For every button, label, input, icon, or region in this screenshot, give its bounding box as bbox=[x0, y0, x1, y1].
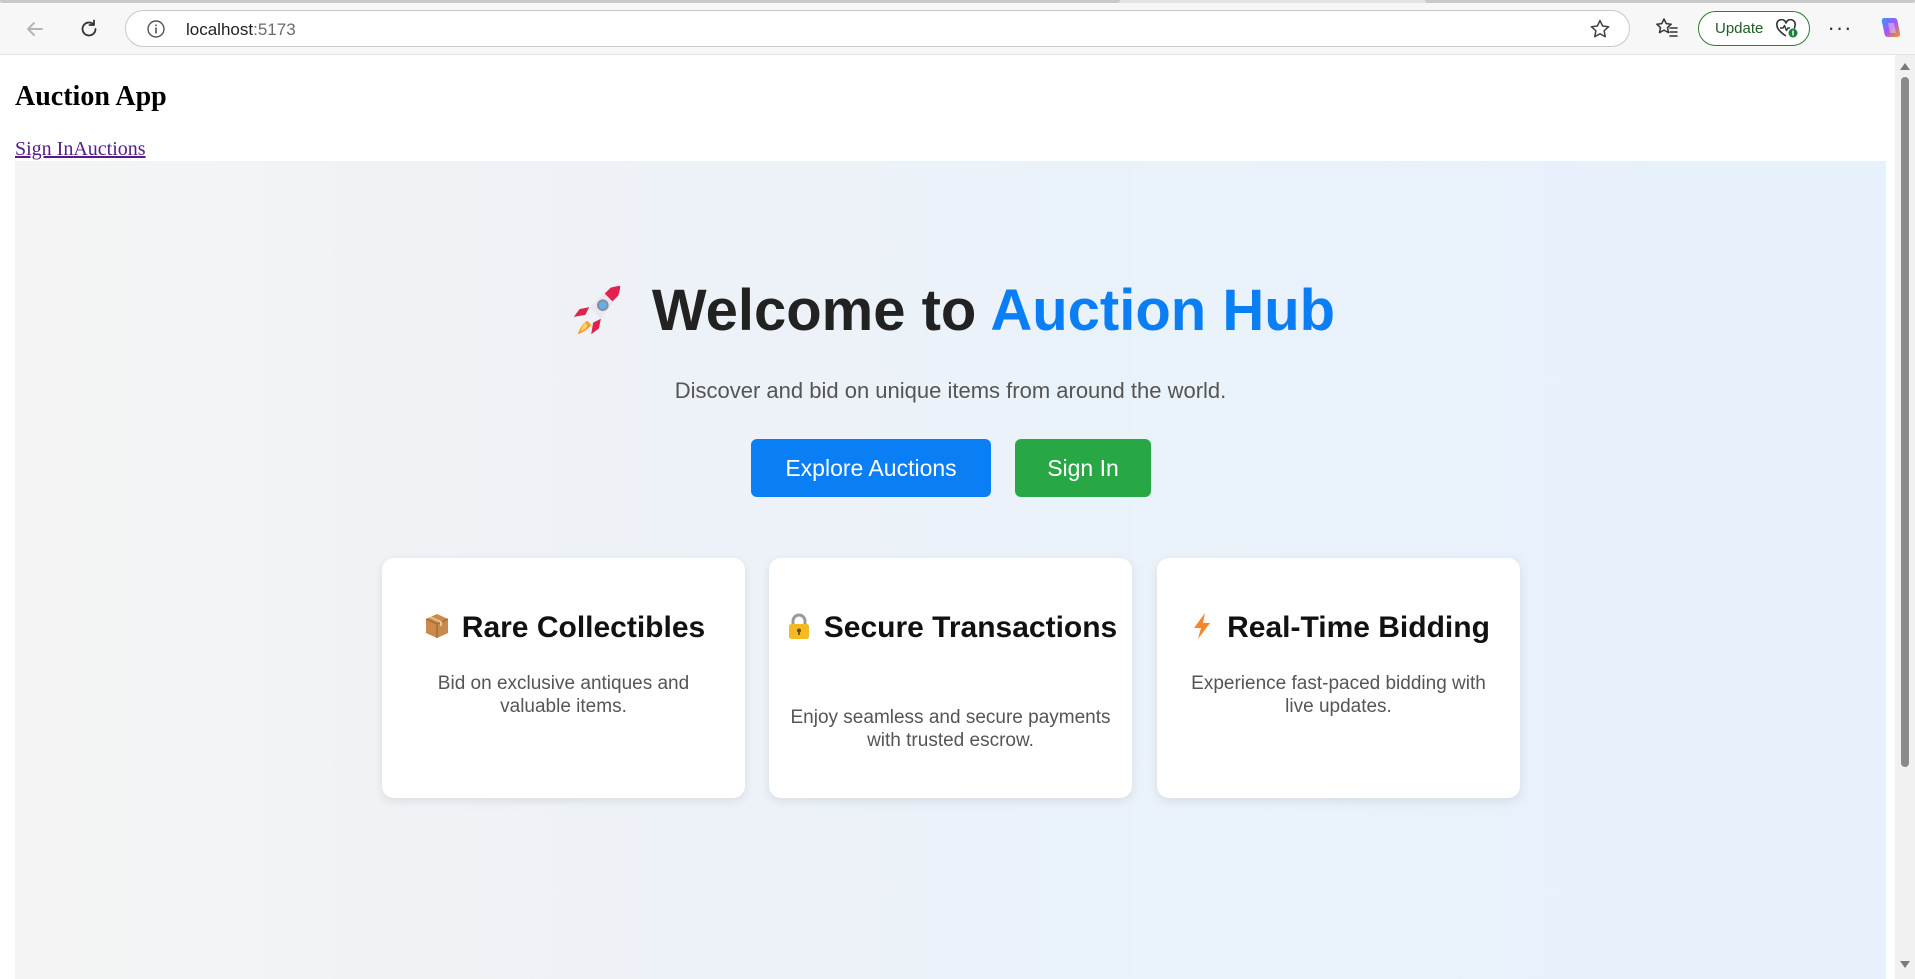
rocket-icon bbox=[573, 285, 621, 334]
hero-subtitle: Discover and bid on unique items from ar… bbox=[674, 378, 1227, 403]
feature-card-title: Real-Time Bidding bbox=[1167, 610, 1510, 646]
copilot-icon[interactable] bbox=[1876, 13, 1906, 43]
tab-strip bbox=[0, 0, 1915, 3]
feature-card-title: Rare Collectibles bbox=[392, 610, 735, 646]
favorites-icon[interactable] bbox=[1655, 16, 1679, 40]
update-label: Update bbox=[1715, 20, 1764, 37]
package-icon bbox=[425, 614, 449, 638]
hero-heading: Welcome to Auction Hub bbox=[15, 277, 1886, 344]
tab-active-indicator[interactable] bbox=[0, 0, 1120, 3]
browser-toolbar: localhost:5173 Update ··· bbox=[0, 0, 1915, 55]
explore-auctions-button[interactable]: Explore Auctions bbox=[751, 439, 991, 497]
url-port: :5173 bbox=[253, 20, 296, 39]
lightning-icon bbox=[1194, 613, 1211, 639]
reload-button[interactable] bbox=[72, 12, 106, 46]
favorite-star-icon[interactable] bbox=[1589, 18, 1611, 40]
vertical-scrollbar[interactable] bbox=[1895, 55, 1915, 979]
app-title: Auction App bbox=[15, 81, 167, 112]
page-viewport: Auction App Sign InAuctions Welcome to A… bbox=[0, 55, 1895, 979]
feature-card-rare-collectibles: Rare Collectibles Bid on exclusive antiq… bbox=[382, 558, 745, 798]
feature-card-real-time-bidding: Real-Time Bidding Experience fast-paced … bbox=[1157, 558, 1520, 798]
scroll-thumb[interactable] bbox=[1901, 77, 1909, 767]
browser-health-icon bbox=[1776, 18, 1798, 37]
feature-title-text: Secure Transactions bbox=[823, 611, 1118, 644]
url-host: localhost bbox=[186, 20, 254, 39]
site-info-icon[interactable] bbox=[146, 19, 166, 39]
lock-icon bbox=[788, 613, 809, 639]
more-options-icon[interactable]: ··· bbox=[1825, 15, 1855, 40]
feature-card-description: Experience fast-paced bidding with live … bbox=[1191, 673, 1486, 717]
auctions-link[interactable]: Auctions bbox=[73, 138, 145, 160]
url-text[interactable]: localhost:5173 bbox=[186, 20, 296, 40]
scroll-up-arrow[interactable] bbox=[1900, 63, 1910, 70]
reload-icon bbox=[81, 19, 97, 37]
sign-in-button[interactable]: Sign In bbox=[1015, 439, 1151, 497]
arrow-left-icon bbox=[27, 22, 43, 36]
hero-heading-prefix: Welcome to bbox=[651, 278, 977, 343]
feature-title-text: Rare Collectibles bbox=[461, 611, 706, 644]
feature-card-description: Enjoy seamless and secure payments with … bbox=[790, 707, 1111, 751]
back-button[interactable] bbox=[18, 12, 52, 46]
feature-card-secure-transactions: Secure Transactions Enjoy seamless and s… bbox=[769, 558, 1132, 798]
feature-card-description: Bid on exclusive antiques and valuable i… bbox=[437, 673, 690, 717]
address-bar[interactable]: localhost:5173 bbox=[125, 10, 1630, 47]
feature-card-title: Secure Transactions bbox=[779, 610, 1122, 646]
update-button[interactable]: Update bbox=[1698, 11, 1810, 46]
scroll-down-arrow[interactable] bbox=[1900, 961, 1910, 968]
hero-section: Welcome to Auction Hub Discover and bid … bbox=[15, 161, 1886, 979]
top-nav: Sign InAuctions bbox=[15, 138, 146, 161]
feature-title-text: Real-Time Bidding bbox=[1227, 611, 1490, 644]
hero-heading-accent: Auction Hub bbox=[990, 278, 1336, 343]
signin-link[interactable]: Sign In bbox=[15, 138, 73, 160]
tab-indicator[interactable] bbox=[1425, 0, 1915, 3]
